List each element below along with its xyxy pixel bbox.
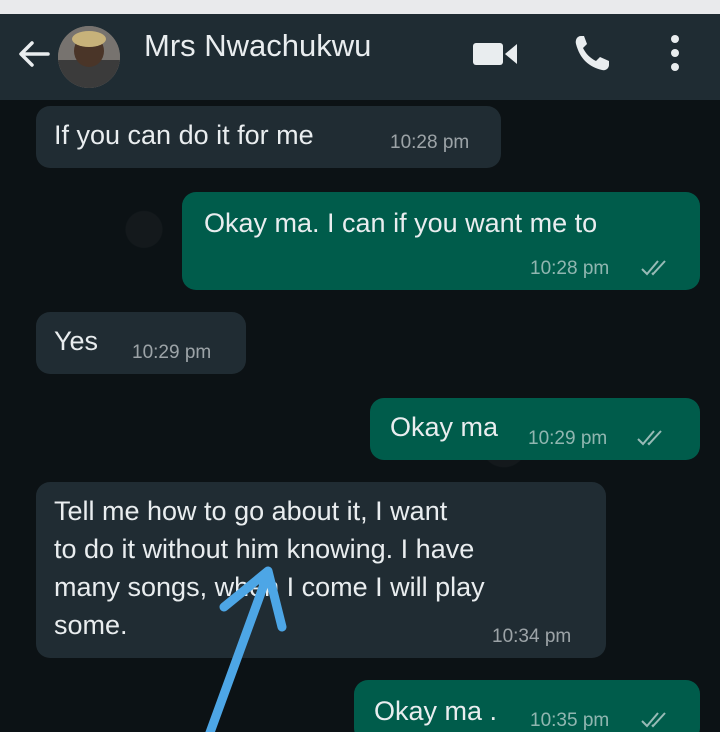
delivered-ticks-icon — [637, 430, 662, 446]
chat-header: Mrs Nwachukwu — [0, 14, 720, 100]
message-bubble-incoming[interactable]: Tell me how to go about it, I want to do… — [36, 482, 606, 658]
delivered-ticks-icon — [641, 260, 666, 276]
message-bubble-outgoing[interactable]: Okay ma 10:29 pm — [370, 398, 700, 460]
voice-call-icon[interactable] — [572, 32, 610, 74]
message-text: If you can do it for me — [54, 120, 314, 150]
message-bubble-incoming[interactable]: Yes 10:29 pm — [36, 312, 246, 374]
chat-screen: Mrs Nwachukwu If you can do it for me 10… — [0, 14, 720, 732]
message-time: 10:28 pm — [390, 132, 470, 153]
message-time: 10:34 pm — [492, 626, 572, 647]
message-bubble-outgoing[interactable]: Okay ma. I can if you want me to 10:28 p… — [182, 192, 700, 290]
message-text: Okay ma — [390, 412, 499, 442]
message-text: Okay ma. I can if you want me to — [204, 208, 598, 238]
avatar[interactable] — [58, 26, 120, 88]
message-text: Okay ma . — [374, 696, 498, 726]
message-line: some. — [54, 610, 128, 640]
message-time: 10:29 pm — [528, 428, 608, 449]
message-bubble-outgoing[interactable]: Okay ma . 10:35 pm — [354, 680, 700, 732]
delivered-ticks-icon — [641, 712, 666, 728]
contact-name[interactable]: Mrs Nwachukwu — [144, 28, 371, 64]
more-options-icon[interactable] — [662, 30, 688, 76]
message-time: 10:28 pm — [530, 258, 610, 279]
message-time: 10:35 pm — [530, 710, 610, 731]
annotation-arrow-icon — [205, 566, 287, 732]
message-time: 10:29 pm — [132, 342, 212, 363]
message-text: Yes — [54, 326, 99, 356]
video-call-icon[interactable] — [470, 34, 520, 74]
message-bubble-incoming[interactable]: If you can do it for me 10:28 pm — [36, 106, 501, 168]
message-line: Tell me how to go about it, I want — [54, 496, 448, 526]
back-arrow-icon[interactable] — [14, 34, 54, 74]
